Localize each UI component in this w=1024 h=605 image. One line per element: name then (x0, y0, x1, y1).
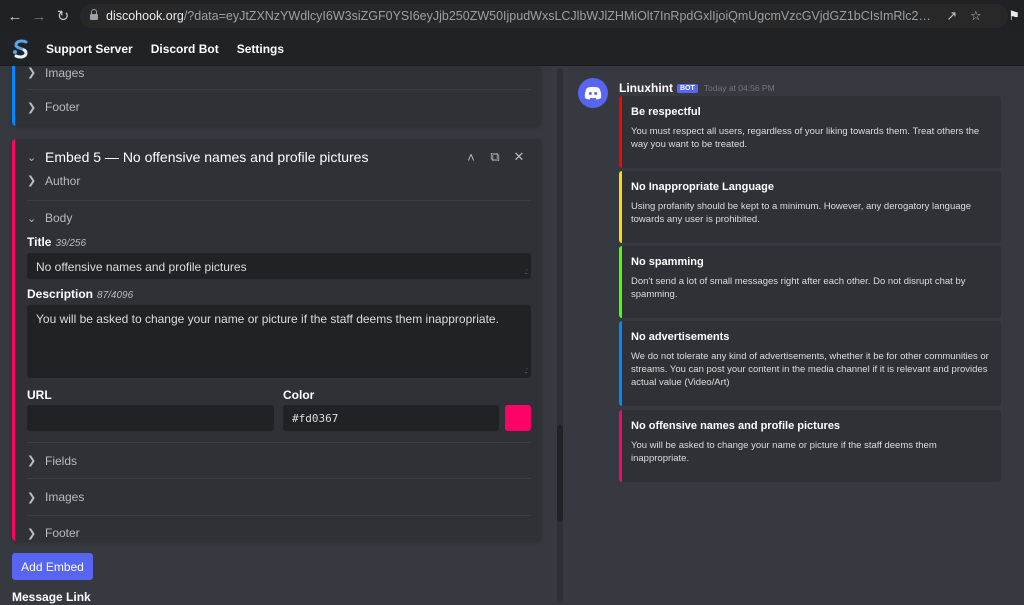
message-link-label: Message Link (12, 590, 91, 604)
discohook-logo-icon[interactable] (12, 39, 30, 59)
extensions-icon[interactable]: ⚑ (1008, 8, 1020, 24)
embed-title: Embed 5 — No offensive names and profile… (45, 149, 369, 165)
username[interactable]: Linuxhint (619, 81, 673, 95)
discord-logo-icon (584, 86, 602, 100)
timestamp: Today at 04:56 PM (703, 83, 775, 93)
title-input[interactable]: No offensive names and profile pictures … (27, 253, 531, 279)
share-icon[interactable]: ↗ (940, 8, 964, 24)
section-label: Author (45, 173, 81, 188)
browser-toolbar: ← → ↻ discohook.org /?data=eyJtZXNzYWdlc… (0, 0, 1024, 32)
color-label: Color (283, 388, 315, 402)
url-input[interactable] (27, 405, 274, 431)
app-header: Support Server Discord Bot Settings (0, 32, 1024, 66)
embed-preview-3: No spamming Don't send a lot of small me… (619, 246, 1001, 318)
lock-icon[interactable] (90, 8, 98, 21)
section-label: Fields (45, 453, 78, 468)
embed-preview-1: Be respectful You must respect all users… (619, 96, 1001, 168)
embed-preview-title: No Inappropriate Language (631, 181, 775, 193)
address-bar[interactable]: discohook.org /?data=eyJtZXNzYWdlcyI6W3s… (80, 4, 1008, 28)
editor-pane: ❯ Images ❯ Footer ⌄ Embed 5 — No offensi… (0, 66, 560, 605)
chevron-down-icon[interactable]: ⌄ (27, 151, 45, 164)
message-header: Linuxhint BOT Today at 04:56 PM (619, 81, 775, 95)
url-label: URL (27, 388, 52, 402)
nav-support-server[interactable]: Support Server (46, 42, 133, 56)
section-label: Footer (45, 100, 80, 114)
star-icon[interactable]: ☆ (964, 8, 988, 24)
description-char-count: 87/4096 (97, 290, 134, 301)
embed-preview-4: No advertisements We do not tolerate any… (619, 321, 1001, 406)
nav-discord-bot[interactable]: Discord Bot (151, 42, 219, 56)
url-host: discohook.org (106, 9, 184, 23)
resize-handle-icon[interactable]: .: (525, 366, 529, 375)
body-section-toggle[interactable]: ⌄ Body (27, 201, 531, 235)
chevron-right-icon: ❯ (27, 527, 37, 540)
back-arrow-icon[interactable]: ← (3, 4, 27, 28)
embed-5-card: ⌄ Embed 5 — No offensive names and profi… (12, 139, 541, 541)
color-swatch[interactable] (505, 405, 531, 431)
move-up-icon[interactable]: ˄ (459, 150, 483, 165)
footer-section-toggle[interactable]: ❯ Footer (27, 516, 531, 550)
author-section-toggle[interactable]: ❯ Author (27, 167, 531, 201)
url-path: /?data=eyJtZXNzYWdlcyI6W3siZGF0YSI6eyJjb… (183, 9, 940, 23)
avatar[interactable] (578, 78, 608, 108)
embed-preview-title: No advertisements (631, 331, 730, 343)
bot-badge: BOT (677, 83, 698, 93)
title-char-count: 39/256 (55, 238, 87, 249)
duplicate-icon[interactable]: ⧉ (483, 149, 507, 165)
images-section-toggle[interactable]: ❯ Images (27, 479, 531, 516)
chevron-down-icon: ⌄ (27, 212, 37, 225)
footer-section-toggle[interactable]: ❯ Footer (27, 90, 531, 124)
embed-4-card: ❯ Images ❯ Footer (12, 66, 541, 126)
chevron-right-icon: ❯ (27, 491, 37, 504)
nav-settings[interactable]: Settings (237, 42, 284, 56)
embed-preview-5: No offensive names and profile pictures … (619, 410, 1001, 482)
forward-arrow-icon[interactable]: → (27, 4, 51, 28)
embed-preview-description: Using profanity should be kept to a mini… (631, 201, 972, 225)
section-label: Body (45, 211, 73, 225)
title-label: Title 39/256 (27, 235, 87, 249)
fields-section-toggle[interactable]: ❯ Fields (27, 443, 531, 479)
message-preview: Linuxhint BOT Today at 04:56 PM Be respe… (563, 66, 1024, 605)
chevron-right-icon: ❯ (27, 455, 37, 467)
embed-preview-description: You must respect all users, regardless o… (631, 126, 980, 150)
description-label: Description 87/4096 (27, 287, 134, 301)
embed-preview-2: No Inappropriate Language Using profanit… (619, 171, 1001, 243)
embed-preview-title: No spamming (631, 256, 704, 268)
add-embed-button[interactable]: Add Embed (12, 553, 93, 580)
embed-preview-title: Be respectful (631, 106, 701, 118)
color-input[interactable]: #fd0367 (283, 405, 499, 431)
images-section-toggle[interactable]: ❯ Images (27, 66, 531, 90)
embed-preview-description: Don't send a lot of small messages right… (631, 276, 966, 300)
close-icon[interactable]: ✕ (507, 149, 531, 165)
chevron-right-icon: ❯ (27, 101, 37, 114)
section-label: Images (45, 66, 85, 80)
embed-preview-title: No offensive names and profile pictures (631, 420, 841, 432)
chevron-right-icon: ❯ (27, 67, 37, 79)
embed-preview-description: We do not tolerate any kind of advertise… (631, 351, 989, 388)
chevron-right-icon: ❯ (27, 175, 37, 187)
embed-preview-description: You will be asked to change your name or… (631, 440, 937, 464)
description-textarea[interactable]: You will be asked to change your name or… (27, 305, 531, 378)
resize-handle-icon[interactable]: .: (525, 267, 529, 276)
section-label: Footer (45, 526, 80, 540)
reload-icon[interactable]: ↻ (51, 4, 75, 28)
section-label: Images (45, 490, 85, 504)
